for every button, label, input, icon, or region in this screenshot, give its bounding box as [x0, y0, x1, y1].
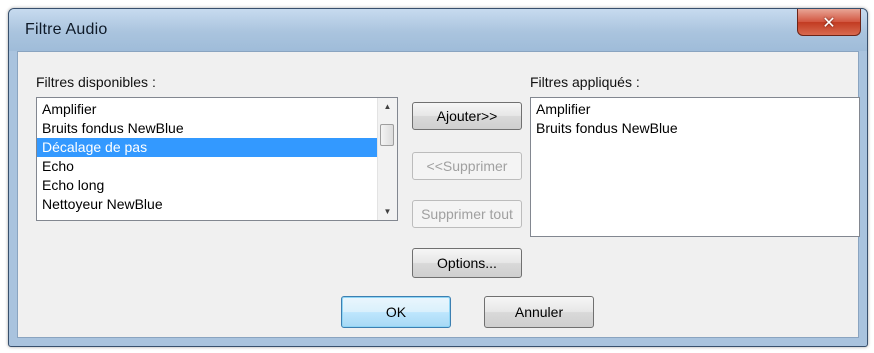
list-item[interactable]: Décalage de pas — [37, 138, 378, 157]
list-item[interactable]: Amplifier — [37, 100, 378, 119]
applied-filters-label: Filtres appliqués : — [530, 74, 640, 90]
dialog-window: Filtre Audio ✕ Filtres disponibles : Amp… — [8, 8, 868, 347]
add-button[interactable]: Ajouter>> — [412, 102, 522, 130]
scrollbar-thumb[interactable] — [380, 124, 394, 146]
list-item[interactable]: Bruits fondus NewBlue — [531, 119, 859, 138]
remove-button[interactable]: <<Supprimer — [412, 152, 522, 180]
list-item[interactable]: Nettoyeur NewBlue — [37, 195, 378, 214]
remove-all-button[interactable]: Supprimer tout — [412, 200, 522, 228]
applied-filters-list[interactable]: Amplifier Bruits fondus NewBlue — [530, 97, 860, 237]
close-button[interactable]: ✕ — [797, 9, 861, 36]
dialog-body: Filtres disponibles : Amplifier Bruits fo… — [17, 51, 860, 338]
ok-button[interactable]: OK — [341, 296, 451, 328]
cancel-button[interactable]: Annuler — [484, 296, 594, 328]
list-item[interactable]: Bruits fondus NewBlue — [37, 119, 378, 138]
available-list-scrollbar[interactable]: ▲ ▼ — [377, 98, 397, 220]
scroll-down-icon[interactable]: ▼ — [378, 203, 397, 220]
available-filters-label: Filtres disponibles : — [36, 74, 156, 90]
available-filters-list[interactable]: Amplifier Bruits fondus NewBlue Décalage d… — [36, 97, 398, 221]
list-item[interactable]: Echo long — [37, 176, 378, 195]
title-bar[interactable]: Filtre Audio ✕ — [9, 9, 867, 51]
list-item[interactable]: Echo — [37, 157, 378, 176]
list-item[interactable]: Amplifier — [531, 100, 859, 119]
close-icon: ✕ — [822, 12, 836, 32]
scroll-up-icon[interactable]: ▲ — [378, 98, 397, 115]
window-title: Filtre Audio — [25, 21, 108, 38]
options-button[interactable]: Options... — [412, 248, 522, 278]
